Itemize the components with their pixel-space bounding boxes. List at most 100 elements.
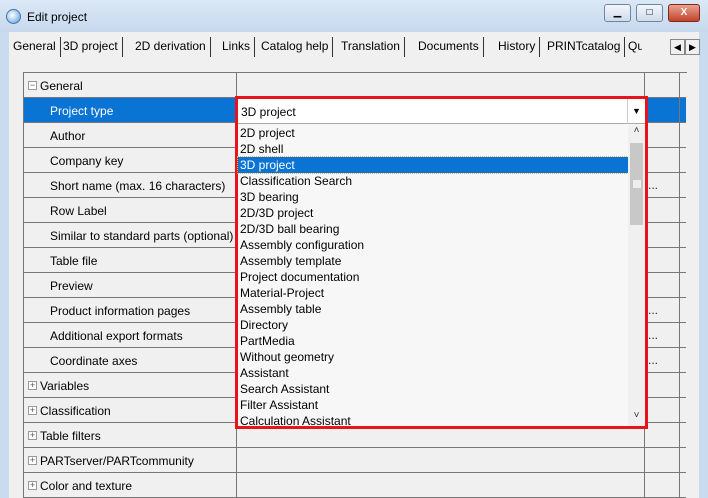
column-divider [679,373,680,398]
tab-catalog-help[interactable]: Catalog help [257,37,334,57]
column-divider [679,348,680,373]
column-divider [679,173,680,198]
column-divider [679,273,680,298]
chevron-down-icon[interactable]: ▼ [627,99,645,124]
property-label: Additional export formats [50,329,183,343]
window-title: Edit project [27,10,88,24]
property-label: Row Label [50,204,107,218]
tab-scroll-right-button[interactable]: ▶ [685,39,700,55]
project-type-dropdown[interactable]: 3D project ▼ 2D project 2D shell 3D projec… [235,96,648,429]
grip-icon [633,180,641,188]
dropdown-option[interactable]: Assistant [238,365,628,381]
group-label: Table filters [40,429,101,443]
column-divider [679,248,680,273]
column-divider [236,73,237,98]
close-button[interactable]: X [668,4,700,22]
tab-documents[interactable]: Documents [414,37,484,57]
scroll-down-icon[interactable]: ˅ [628,410,645,426]
column-divider [644,73,645,98]
group-row[interactable]: + Color and texture [24,473,686,498]
dropdown-option[interactable]: Without geometry [238,349,628,365]
dropdown-option[interactable]: 2D/3D project [238,205,628,221]
dropdown-option[interactable]: Assembly configuration [238,237,628,253]
column-divider [679,323,680,348]
property-label: Preview [50,279,93,293]
column-divider [679,473,680,498]
column-divider [679,223,680,248]
property-label: Short name (max. 16 characters) [50,179,226,193]
dropdown-option[interactable]: Search Assistant [238,381,628,397]
property-label: Company key [50,154,124,168]
group-row[interactable]: − General [24,73,686,98]
browse-button[interactable]: ... [648,353,658,367]
browse-button[interactable]: ... [648,303,658,317]
dropdown-option[interactable]: Calculation Assistant [238,413,628,429]
group-row[interactable]: + PARTserver/PARTcommunity [24,448,686,473]
group-label: Variables [40,379,90,393]
property-label: Coordinate axes [50,354,138,368]
column-divider [679,423,680,448]
expand-icon[interactable]: + [28,431,37,440]
minimize-button[interactable]: ▁ [604,4,631,22]
dropdown-option[interactable]: 2D/3D ball bearing [238,221,628,237]
column-divider [679,148,680,173]
expand-icon[interactable]: + [28,456,37,465]
group-label: General [40,79,83,93]
project-type-combobox[interactable]: 3D project ▼ [238,99,645,124]
browse-button[interactable]: ... [648,178,658,192]
column-divider [679,123,680,148]
column-divider [679,198,680,223]
dropdown-list: 2D project 2D shell 3D project Classificati… [237,125,629,429]
dropdown-option[interactable]: 2D project [238,125,628,141]
column-divider [679,398,680,423]
tab-general[interactable]: General [9,37,61,57]
scroll-up-icon[interactable]: ˄ [628,125,645,141]
dropdown-option[interactable]: 3D project [237,156,629,174]
expand-icon[interactable]: + [28,381,37,390]
column-divider [644,473,645,498]
property-label: Similar to standard parts (optional) [50,229,234,243]
property-label: Product information pages [50,304,191,318]
collapse-icon[interactable]: − [28,81,37,90]
app-icon [6,9,21,24]
tab-2d-derivation[interactable]: 2D derivation [131,37,211,57]
column-divider [679,98,680,123]
column-divider [236,473,237,498]
column-divider [679,448,680,473]
group-label: Color and texture [40,479,133,493]
dropdown-option[interactable]: Assembly template [238,253,628,269]
dropdown-scrollbar[interactable]: ˄ ˅ [628,125,645,426]
dropdown-option[interactable]: Filter Assistant [238,397,628,413]
column-divider [236,448,237,473]
browse-button[interactable]: ... [648,328,658,342]
property-label: Author [50,129,86,143]
scrollbar-thumb[interactable] [630,143,643,225]
dropdown-option[interactable]: Assembly table [238,301,628,317]
tab-printcatalog[interactable]: PRINTcatalog [543,37,626,57]
tab-links[interactable]: Links [218,37,256,57]
tab-qu[interactable]: Qu [624,37,642,57]
dropdown-option[interactable]: 3D bearing [238,189,628,205]
dropdown-option[interactable]: Project documentation [238,269,628,285]
tab-translation[interactable]: Translation [337,37,405,57]
expand-icon[interactable]: + [28,406,37,415]
dropdown-option[interactable]: Classification Search [238,173,628,189]
title-bar: Edit project ▁ □ X [0,0,708,32]
tab-scroll-left-button[interactable]: ◀ [670,39,685,55]
dropdown-option[interactable]: Material-Project [238,285,628,301]
expand-icon[interactable]: + [28,481,37,490]
dropdown-option[interactable]: PartMedia [238,333,628,349]
property-label: Project type [50,104,114,118]
tab-bar: General 3D project 2D derivation Links Catal… [9,32,699,62]
combobox-value: 3D project [241,105,296,119]
tab-history[interactable]: History [494,37,541,57]
dropdown-option[interactable]: 2D shell [238,141,628,157]
dropdown-option[interactable]: Directory [238,317,628,333]
group-label: PARTserver/PARTcommunity [40,454,194,468]
maximize-button[interactable]: □ [636,4,663,22]
group-label: Classification [40,404,111,418]
column-divider [679,298,680,323]
column-divider [679,73,680,98]
property-label: Table file [50,254,98,268]
tab-3d-project[interactable]: 3D project [59,37,123,57]
